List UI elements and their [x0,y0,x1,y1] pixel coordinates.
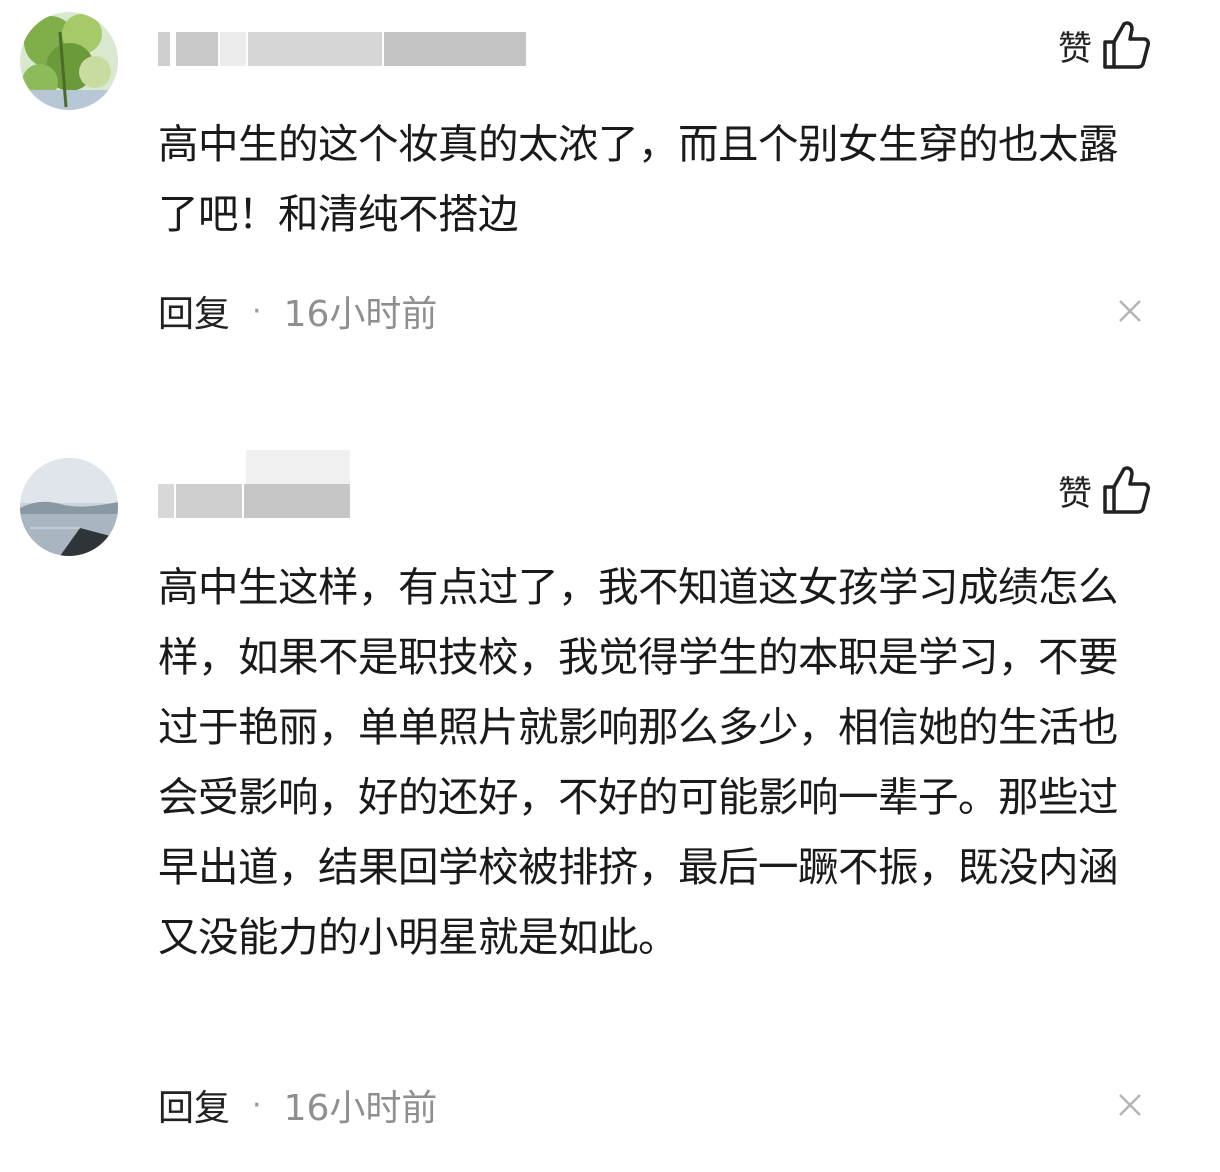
username-blurred[interactable] [158,450,350,520]
like-label: 赞 [1058,28,1092,69]
comment-item: 赞 高中生的这个妆真的太浓了，而且个别女生穿的也太露了吧！和清纯不搭边 回复 ·… [0,0,1220,400]
comment-meta: 回复 · 16小时前 [158,1080,437,1130]
avatar-image [20,12,118,110]
comment-text: 高中生的这个妆真的太浓了，而且个别女生穿的也太露了吧！和清纯不搭边 [158,120,1119,238]
avatar-image [20,458,118,556]
reply-button[interactable]: 回复 [158,1079,230,1131]
like-button[interactable]: 赞 [1058,20,1150,70]
separator-dot: · [252,1087,262,1123]
like-label: 赞 [1058,473,1092,514]
avatar[interactable] [20,12,118,110]
timestamp: 16小时前 [283,1088,438,1129]
username-blurred[interactable] [158,32,526,66]
separator-dot: · [252,293,262,329]
comment-item: 赞 高中生这样，有点过了，我不知道这女孩学习成绩怎么样，如果不是职技校，我觉得学… [0,400,1220,1172]
avatar[interactable] [20,458,118,556]
reply-button[interactable]: 回复 [158,285,230,337]
timestamp: 16小时前 [283,294,438,335]
close-icon[interactable] [1118,1093,1142,1117]
comment-meta: 回复 · 16小时前 [158,286,437,336]
like-button[interactable]: 赞 [1058,465,1150,515]
thumbs-up-icon [1102,465,1150,515]
close-icon[interactable] [1118,299,1142,323]
comment-text: 高中生这样，有点过了，我不知道这女孩学习成绩怎么样，如果不是职技校，我觉得学生的… [158,563,1119,961]
thumbs-up-icon [1102,20,1150,70]
